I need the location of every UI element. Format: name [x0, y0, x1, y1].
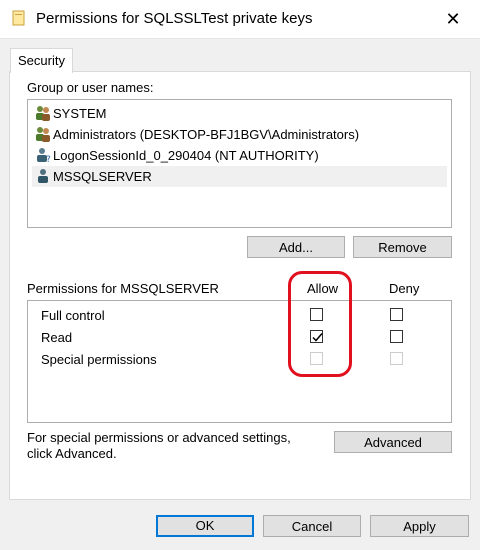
key-file-icon [12, 10, 25, 26]
ok-button[interactable]: OK [156, 515, 254, 537]
read-deny-checkbox[interactable] [390, 330, 403, 343]
permission-name: Full control [41, 308, 105, 323]
user-name: SYSTEM [53, 106, 107, 121]
security-panel: Group or user names: SYSTEM Administrato… [9, 71, 471, 500]
add-button[interactable]: Add... [247, 236, 345, 258]
advanced-button[interactable]: Advanced [334, 431, 452, 453]
user-list[interactable]: SYSTEM Administrators (DESKTOP-BFJ1BGV\A… [27, 99, 452, 228]
user-name: Administrators (DESKTOP-BFJ1BGV\Administ… [53, 127, 360, 142]
permission-name: Read [41, 330, 73, 345]
tab-strip: Security [0, 44, 480, 73]
list-item[interactable]: Administrators (DESKTOP-BFJ1BGV\Administ… [32, 124, 447, 145]
users-group-icon [36, 127, 50, 142]
advanced-hint-line1: For special permissions or advanced sett… [27, 430, 291, 445]
user-icon [38, 169, 48, 183]
unknown-user-icon: ? [37, 148, 51, 163]
user-name: MSSQLSERVER [53, 169, 152, 184]
apply-button[interactable]: Apply [370, 515, 469, 537]
list-item[interactable]: ? LogonSessionId_0_290404 (NT AUTHORITY) [32, 145, 447, 166]
group-names-label: Group or user names: [27, 80, 154, 95]
title-bar: Permissions for SQLSSLTest private keys … [0, 0, 480, 39]
list-item[interactable]: SYSTEM [32, 103, 447, 124]
special-permissions-deny-checkbox [390, 352, 403, 365]
permission-name: Special permissions [41, 352, 157, 367]
allow-column-highlight [288, 271, 352, 377]
list-item[interactable]: MSSQLSERVER [32, 166, 447, 187]
close-icon: ✕ [445, 9, 461, 29]
permissions-header: Permissions for MSSQLSERVER [27, 281, 219, 296]
full-control-deny-checkbox[interactable] [390, 308, 403, 321]
close-button[interactable]: ✕ [438, 4, 468, 34]
remove-button[interactable]: Remove [353, 236, 452, 258]
users-group-icon [36, 106, 50, 121]
window-title: Permissions for SQLSSLTest private keys [36, 10, 313, 27]
svg-text:?: ? [46, 155, 51, 163]
advanced-hint-line2: click Advanced. [27, 446, 117, 461]
cancel-button[interactable]: Cancel [263, 515, 361, 537]
tab-security[interactable]: Security [10, 48, 73, 73]
deny-header: Deny [389, 281, 420, 296]
user-name: LogonSessionId_0_290404 (NT AUTHORITY) [53, 148, 319, 163]
permissions-list: Full control Read Special permissions [27, 300, 452, 423]
